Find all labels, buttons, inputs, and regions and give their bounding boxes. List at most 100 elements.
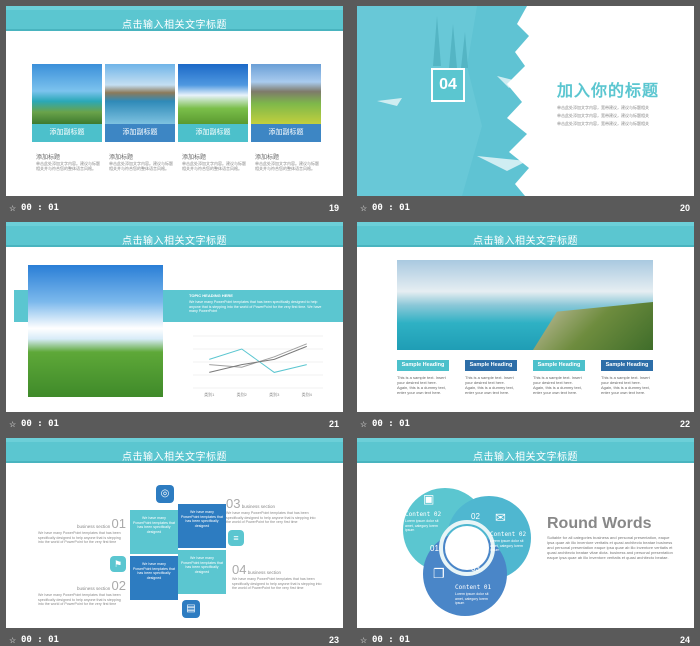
sample-heading-4: Sample Heading: [601, 360, 653, 371]
photo-field: [178, 64, 248, 124]
title-bar: 点击输入相关文字标题: [6, 6, 343, 31]
body-line: 单击此处添加文字内容，宽带建议，建议与标题相关: [557, 113, 649, 118]
slide-title: 点击输入相关文字标题: [473, 236, 578, 247]
section-label: business section: [241, 504, 276, 509]
sample-text-1: This is a sample text. Insert your desir…: [397, 375, 446, 395]
content-text-1: Lorem ipsum dolor sit amet, category lor…: [405, 519, 439, 532]
transition-star-icon: ☆: [9, 636, 17, 645]
slide-duration: 00 : 01: [21, 419, 59, 429]
slide-title: 点击输入相关文字标题: [122, 20, 227, 31]
caption-heading: 添加标题: [255, 155, 280, 161]
caption-heading: 添加标题: [109, 155, 134, 161]
section-number-badge: 04: [431, 68, 465, 102]
photo-coastline: [397, 260, 653, 350]
headset-icon: ◎: [156, 485, 174, 503]
chart-line-2: [209, 343, 307, 368]
x-tick-label: 类别3: [269, 391, 280, 397]
slide-number: 19: [328, 203, 339, 213]
x-tick-label: 类别1: [204, 391, 215, 397]
sample-text-3: This is a sample text. Insert your desir…: [533, 375, 582, 395]
title-bar: 点击输入相关文字标题: [6, 222, 343, 247]
caption-1: 添加标题 单击此处添加文字内容。建议与标题相关并与符合您的整体语言风格。: [36, 152, 100, 171]
thumbnail-footer: ☆ 00 : 01 21: [6, 412, 343, 436]
caption-heading: 添加标题: [36, 155, 61, 161]
stack-icon: ≡: [228, 530, 244, 546]
sample-text-4: This is a sample text. Insert your desir…: [601, 375, 650, 395]
line-chart: 类别1 类别2 类别3 类别4: [193, 335, 323, 397]
slide-duration: 00 : 01: [372, 203, 410, 213]
slide-number: 23: [328, 635, 339, 645]
business-section-03: 03 business section We have many PowerPo…: [226, 496, 318, 525]
number-01: 01: [430, 544, 439, 553]
caption-body: 单击此处添加文字内容。建议与标题相关并与符合您的整体语言风格。: [36, 161, 100, 171]
business-section-02: business section 02 We have many PowerPo…: [38, 578, 126, 607]
caption-body: 单击此处添加文字内容。建议与标题相关并与符合您的整体语言风格。: [182, 161, 246, 171]
slide-number: 24: [679, 635, 690, 645]
section-label: business section: [247, 570, 282, 575]
transition-star-icon: ☆: [9, 420, 17, 429]
subtitle-button-4[interactable]: 添加副标题: [251, 124, 321, 142]
flow-box-1: We have many PowerPoint templates that h…: [130, 510, 178, 554]
content-label-3: Content 01: [455, 584, 492, 591]
round-words-body: Suitable for all categories business and…: [547, 535, 673, 560]
section-body: 单击此处添加文字内容，宽带建议，建议与标题相关 单击此处添加文字内容，宽带建议，…: [557, 104, 689, 128]
flow-box-2: We have many PowerPoint templates that h…: [178, 504, 226, 548]
x-tick-label: 类别2: [237, 391, 248, 397]
thumbnail-footer: ☆ 00 : 01 19: [6, 196, 343, 220]
text-body: We have many PowerPoint templates that h…: [189, 300, 322, 313]
section-label: business section: [76, 586, 111, 591]
number-02: 02: [471, 512, 480, 521]
content-text-3: Lorem ipsum dolor sit amet, category lor…: [455, 592, 489, 605]
sample-text-2: This is a sample text. Insert your desir…: [465, 375, 514, 395]
content-text-2: Lorem ipsum dolor sit amet, category lor…: [490, 539, 524, 552]
title-bar: 点击输入相关文字标题: [6, 438, 343, 463]
thumbnail-footer: ☆ 00 : 01 20: [357, 196, 694, 220]
section-number: 02: [111, 578, 126, 593]
caption-2: 添加标题 单击此处添加文字内容。建议与标题相关并与符合您的整体语言风格。: [109, 152, 173, 171]
photo-lake: [105, 64, 175, 124]
camera-icon: ▣: [423, 492, 435, 506]
section-number: 04: [232, 562, 247, 577]
subtitle-button-2[interactable]: 添加副标题: [105, 124, 175, 142]
thumbnail-footer: ☆ 00 : 01 24: [357, 628, 694, 646]
slide-number: 22: [679, 419, 690, 429]
flow-box-4: We have many PowerPoint templates that h…: [178, 550, 226, 594]
section-label: business section: [76, 524, 111, 529]
section-text: We have many PowerPoint templates that h…: [232, 577, 322, 590]
thumbnail-footer: ☆ 00 : 01 23: [6, 628, 343, 646]
slide-title: 点击输入相关文字标题: [122, 236, 227, 247]
content-label-1: Content 02: [405, 511, 442, 518]
caption-heading: 添加标题: [182, 155, 207, 161]
sample-heading-3: Sample Heading: [533, 360, 585, 371]
slide-number: 21: [328, 419, 339, 429]
slide-duration: 00 : 01: [21, 635, 59, 645]
flag-icon: ⚑: [110, 556, 126, 572]
section-heading: 加入你的标题: [557, 83, 660, 100]
caption-3: 添加标题 单击此处添加文字内容。建议与标题相关并与符合您的整体语言风格。: [182, 152, 246, 171]
subtitle-button-3[interactable]: 添加副标题: [178, 124, 248, 142]
section-number: 03: [226, 496, 241, 511]
transition-star-icon: ☆: [360, 204, 368, 213]
slide-title: 点击输入相关文字标题: [122, 452, 227, 463]
slide-number: 20: [679, 203, 690, 213]
section-text: We have many PowerPoint templates that h…: [38, 531, 121, 544]
brush-stroke-background: [357, 6, 529, 196]
body-line: 单击此处添加文字内容，宽带建议，建议与标题相关: [557, 121, 649, 126]
slide-duration: 00 : 01: [21, 203, 59, 213]
section-text: We have many PowerPoint templates that h…: [38, 593, 121, 606]
section-text: We have many PowerPoint templates that h…: [226, 511, 316, 524]
photos-icon: ❐: [433, 566, 445, 581]
envelope-icon: ✉: [495, 510, 506, 525]
caption-4: 添加标题 单击此处添加文字内容。建议与标题相关并与符合您的整体语言风格。: [255, 152, 319, 171]
section-number: 01: [111, 516, 126, 531]
text-heading: TOPIC HEADING HERE: [189, 293, 233, 298]
transition-star-icon: ☆: [9, 204, 17, 213]
flow-box-3: We have many PowerPoint templates that h…: [130, 556, 178, 600]
content-label-2: Content 02: [490, 531, 527, 538]
subtitle-button-1[interactable]: 添加副标题: [32, 124, 102, 142]
transition-star-icon: ☆: [360, 420, 368, 429]
printer-icon: ▤: [182, 600, 200, 618]
slide-duration: 00 : 01: [372, 419, 410, 429]
sample-heading-2: Sample Heading: [465, 360, 517, 371]
business-section-01: business section 01 We have many PowerPo…: [38, 516, 126, 545]
